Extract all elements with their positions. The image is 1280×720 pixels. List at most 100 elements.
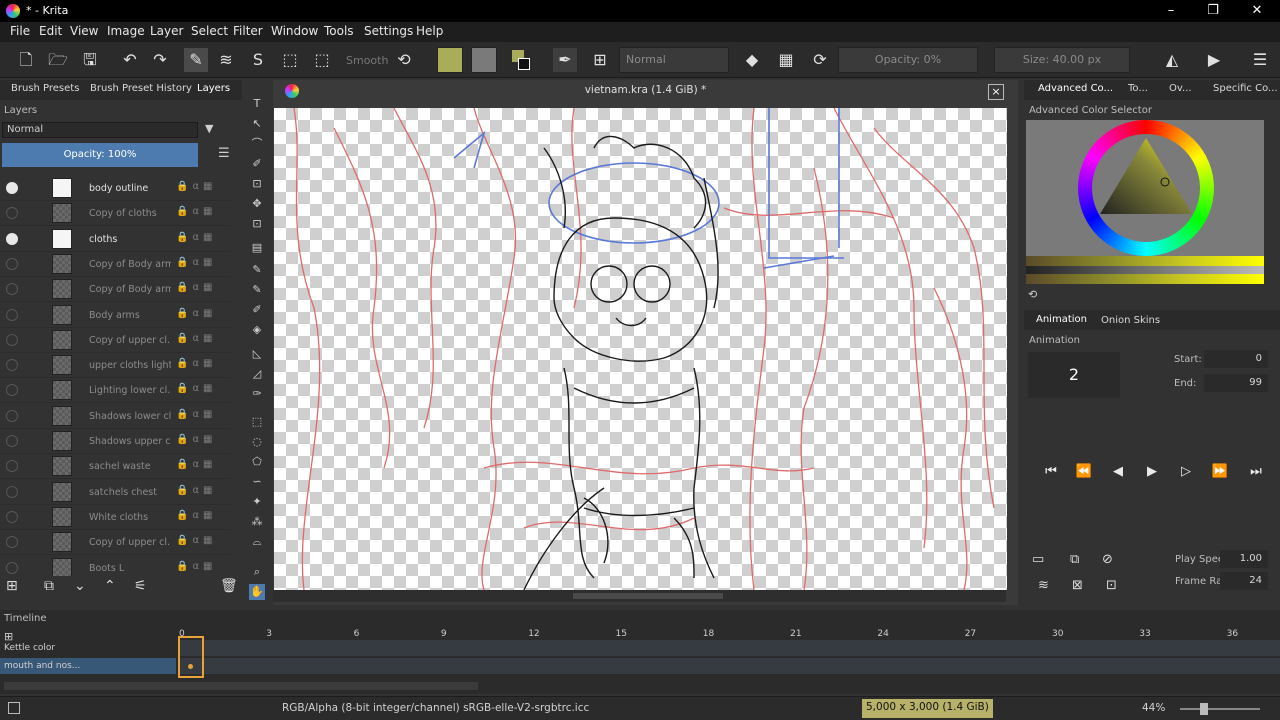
- calligraphy-tool-icon[interactable]: ⌒: [249, 136, 265, 152]
- layer-opacity-slider[interactable]: Opacity: 100%: [2, 143, 198, 167]
- layer-row[interactable]: Lighting lower cl... 🔒α▦: [0, 378, 230, 404]
- layer-lock-icons[interactable]: 🔒α▦: [176, 333, 217, 344]
- mirror-vertical-icon[interactable]: ▶: [1202, 48, 1226, 72]
- open-document-icon[interactable]: 🗁: [46, 48, 70, 72]
- color-picker-icon[interactable]: ✎: [249, 262, 265, 278]
- layer-row[interactable]: Copy of cloths 🔒α▦: [0, 201, 230, 227]
- zoom-level[interactable]: 44%: [1142, 702, 1165, 714]
- mirror-horizontal-icon[interactable]: ◭: [1160, 48, 1184, 72]
- layer-lock-icons[interactable]: 🔒α▦: [176, 206, 217, 217]
- layer-lock-icons[interactable]: 🔒α▦: [176, 459, 217, 470]
- copy-keyframe-icon[interactable]: ⧉: [1070, 552, 1079, 567]
- layer-name[interactable]: body outline: [89, 183, 171, 194]
- zoom-tool-icon[interactable]: ⌕: [249, 564, 265, 580]
- layer-lock-icons[interactable]: 🔒α▦: [176, 535, 217, 546]
- layer-lock-icons[interactable]: 🔒α▦: [176, 510, 217, 521]
- horizontal-scroll-thumb[interactable]: [573, 593, 723, 599]
- reload-preset-icon[interactable]: ⟳: [808, 48, 832, 72]
- opacity-field[interactable]: Opacity: 0%: [838, 47, 978, 73]
- move-tool-icon[interactable]: ✥: [249, 196, 265, 212]
- timeline-row-label[interactable]: Kettle color: [0, 640, 176, 656]
- polygon-select-icon[interactable]: ⬠: [249, 454, 265, 470]
- visibility-eye-icon[interactable]: [6, 409, 18, 422]
- next-frame-icon[interactable]: ▷: [1173, 460, 1199, 484]
- layer-row[interactable]: Body arms 🔒α▦: [0, 303, 230, 328]
- visibility-eye-icon[interactable]: [6, 308, 18, 321]
- layer-name[interactable]: sachel waste: [89, 461, 171, 472]
- layer-name[interactable]: Boots L: [89, 563, 171, 574]
- color-triangle[interactable]: [1092, 134, 1200, 242]
- play-icon[interactable]: ▶: [1139, 460, 1165, 484]
- drop-frames-icon[interactable]: ⊠: [1072, 578, 1083, 593]
- add-keyframe-icon[interactable]: ▭: [1032, 552, 1044, 567]
- horizontal-scrollbar[interactable]: [273, 590, 1006, 602]
- last-frame-icon[interactable]: ⏭: [1243, 460, 1269, 484]
- measure-tool-icon[interactable]: ◺: [249, 346, 265, 362]
- menu-view[interactable]: View: [70, 24, 98, 38]
- menu-help[interactable]: Help: [416, 24, 443, 38]
- freehand-select-icon[interactable]: ∽: [249, 474, 265, 490]
- close-document-button[interactable]: ×: [988, 84, 1004, 100]
- end-frame-field[interactable]: 99: [1204, 374, 1268, 392]
- layer-row[interactable]: White cloths 🔒α▦: [0, 505, 230, 530]
- toolbar-menu-icon[interactable]: ☰: [1248, 48, 1272, 72]
- layer-row[interactable]: Shadows upper c... 🔒α▦: [0, 429, 230, 454]
- restore-button[interactable]: ❐: [1198, 2, 1228, 20]
- layer-lock-icons[interactable]: 🔒α▦: [176, 282, 217, 293]
- foreground-color-swatch[interactable]: [437, 47, 463, 73]
- current-frame-indicator[interactable]: [178, 636, 204, 678]
- layer-row[interactable]: Boots L 🔒α▦: [0, 556, 230, 576]
- layer-name[interactable]: Shadows upper c...: [89, 436, 171, 447]
- add-layer-icon[interactable]: ⊞: [6, 578, 18, 594]
- visibility-eye-icon[interactable]: [6, 333, 18, 346]
- ellipse-select-icon[interactable]: ◌: [249, 434, 265, 450]
- start-frame-field[interactable]: 0: [1204, 350, 1268, 368]
- audio-icon[interactable]: ⊡: [1106, 578, 1117, 593]
- colorize-mask-icon[interactable]: ✎: [249, 282, 265, 298]
- selection-icon[interactable]: ⬚: [310, 48, 334, 72]
- smart-fill-icon[interactable]: ✐: [249, 302, 265, 318]
- layer-name[interactable]: Copy of Body arms: [89, 284, 171, 295]
- shape-edit-tool-icon[interactable]: ↖: [249, 116, 265, 132]
- redo-icon[interactable]: ↷: [148, 48, 172, 72]
- delete-layer-icon[interactable]: 🗑: [220, 578, 238, 594]
- rect-select-icon[interactable]: ⬚: [249, 414, 265, 430]
- layer-row[interactable]: Copy of upper cl... 🔒α▦: [0, 328, 230, 353]
- assistant-tool-icon[interactable]: ◿: [249, 366, 265, 382]
- tab-brush-presets[interactable]: Brush Presets: [11, 83, 79, 94]
- transform-icon[interactable]: ⬚: [278, 48, 302, 72]
- layer-name[interactable]: Copy of cloths: [89, 208, 171, 219]
- layer-name[interactable]: Shadows lower cl...: [89, 411, 171, 422]
- bg-color-chip[interactable]: [518, 58, 530, 70]
- visibility-eye-icon[interactable]: [6, 384, 18, 397]
- visibility-eye-icon[interactable]: [6, 485, 18, 498]
- layer-name[interactable]: Copy of Body arms: [89, 259, 171, 270]
- zoom-slider[interactable]: [1180, 703, 1260, 715]
- layer-row[interactable]: satchels chest 🔒α▦: [0, 480, 230, 505]
- layer-lock-icons[interactable]: 🔒α▦: [176, 181, 217, 192]
- tab-brush-preset-history[interactable]: Brush Preset History: [90, 83, 192, 94]
- layer-row[interactable]: sachel waste 🔒α▦: [0, 454, 230, 480]
- eraser-icon[interactable]: ◆: [740, 48, 764, 72]
- pan-tool-icon[interactable]: ✋: [249, 584, 265, 600]
- move-layer-down-icon[interactable]: ⌄: [74, 578, 86, 594]
- menu-select[interactable]: Select: [191, 24, 228, 38]
- next-keyframe-icon[interactable]: ⏩: [1207, 460, 1233, 484]
- visibility-eye-icon[interactable]: [6, 207, 18, 220]
- tab-specific-color[interactable]: Specific Co...: [1213, 83, 1278, 94]
- layer-row[interactable]: upper cloths light... 🔒α▦: [0, 353, 230, 379]
- layer-blend-mode-select[interactable]: Normal: [2, 122, 198, 138]
- layer-lock-icons[interactable]: 🔒α▦: [176, 358, 217, 369]
- layer-lock-icons[interactable]: 🔒α▦: [176, 257, 217, 268]
- layer-row[interactable]: Copy of Body arms 🔒α▦: [0, 252, 230, 277]
- layer-lock-icons[interactable]: 🔒α▦: [176, 232, 217, 243]
- multibrush-icon[interactable]: ≋: [214, 48, 238, 72]
- menu-window[interactable]: Window: [271, 24, 318, 38]
- visibility-eye-icon[interactable]: [6, 435, 18, 447]
- text-tool-icon[interactable]: T: [249, 96, 265, 112]
- layer-lock-icons[interactable]: 🔒α▦: [176, 434, 217, 445]
- color-wheel[interactable]: [1078, 120, 1214, 256]
- previous-keyframe-icon[interactable]: ⏪: [1071, 460, 1097, 484]
- drawing-canvas[interactable]: [274, 108, 1007, 590]
- background-color-swatch[interactable]: [471, 47, 497, 73]
